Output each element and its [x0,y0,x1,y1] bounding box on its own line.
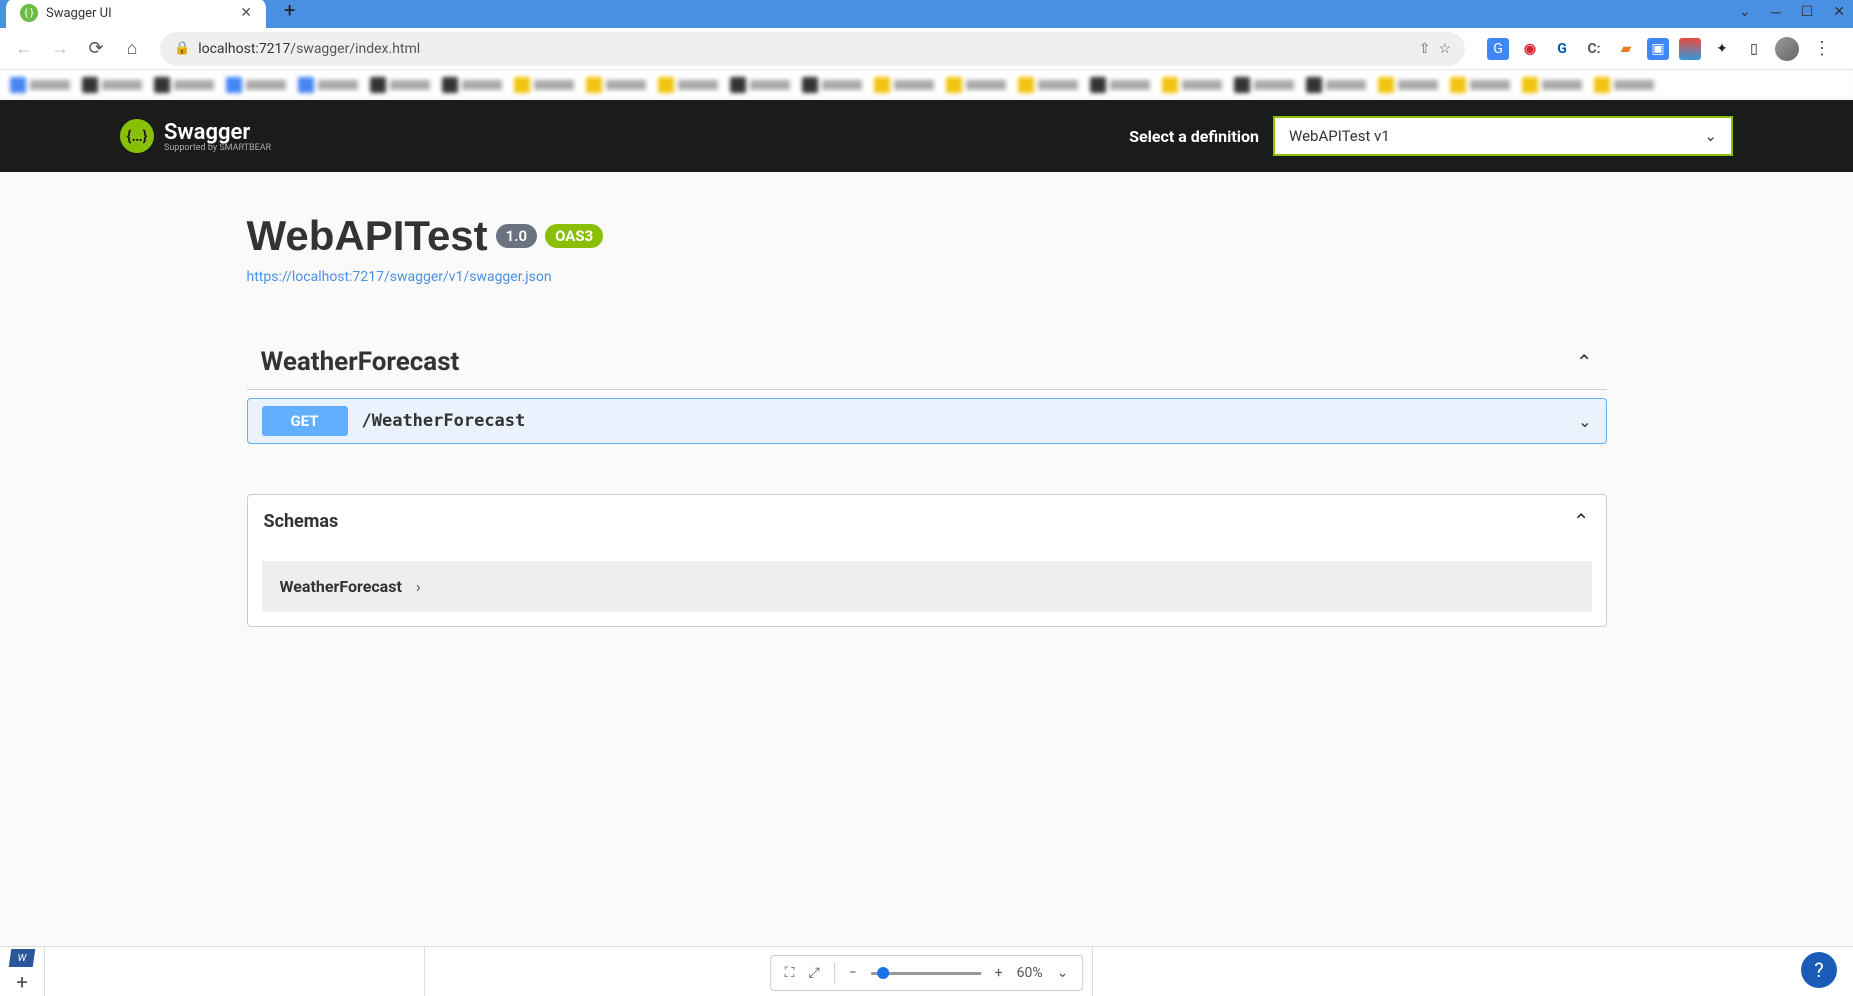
api-header: WebAPITest 1.0 OAS3 [247,212,1607,260]
outer-app-left: W + [0,947,45,996]
url-host: localhost:7217 [198,41,290,57]
oas-badge: OAS3 [545,224,603,248]
back-button[interactable]: ← [10,35,38,63]
schemas-header[interactable]: Schemas ⌃ [248,495,1606,547]
ext-icon[interactable] [1679,38,1701,60]
home-button[interactable]: ⌂ [118,35,146,63]
lock-icon: 🔒 [174,41,190,56]
browser-tab[interactable]: { } Swagger UI ✕ [6,0,266,28]
chevron-up-icon: ⌃ [1576,350,1593,374]
browser-menu[interactable]: ⋮ [1809,38,1835,59]
schemas-title: Schemas [264,511,339,532]
definition-value: WebAPITest v1 [1289,127,1390,145]
schemas-section: Schemas ⌃ WeatherForecast › [247,494,1607,627]
forward-button[interactable]: → [46,35,74,63]
user-avatar[interactable] [1775,37,1799,61]
zoom-out-button[interactable]: − [849,965,857,981]
ext-icon[interactable]: ▰ [1615,38,1637,60]
chevron-down-icon[interactable]: ⌄ [1739,4,1751,21]
swagger-logo-subtext: Supported by SMARTBEAR [164,143,271,153]
chevron-down-icon[interactable]: ⌄ [1057,965,1069,981]
panel-icon[interactable]: ▯ [1743,38,1765,60]
ext-icon[interactable]: G [1487,38,1509,60]
reload-button[interactable]: ⟳ [82,35,110,63]
api-version-badge: 1.0 [496,224,537,248]
navigation-bar: ← → ⟳ ⌂ 🔒 localhost:7217/swagger/index.h… [0,28,1853,70]
swagger-json-link[interactable]: https://localhost:7217/swagger/v1/swagge… [247,269,552,285]
minimize-icon[interactable]: ─ [1771,4,1781,21]
method-badge: GET [262,406,348,436]
page-content: {…} Swagger Supported by SMARTBEAR Selec… [0,100,1853,946]
window-controls: ⌄ ─ ☐ ✕ [1739,4,1845,21]
word-icon[interactable]: W [9,949,36,967]
extension-icons: G ◉ G C: ▰ ▣ ✦ ▯ ⋮ [1479,37,1843,61]
swagger-favicon-icon: { } [20,4,38,22]
definition-label: Select a definition [1129,127,1259,146]
browser-tab-strip: { } Swagger UI ✕ + ⌄ ─ ☐ ✕ [0,0,1853,28]
outer-app-bar: W + ⛶ ⤢ − + 60% ⌄ ? [0,946,1853,996]
tag-section: WeatherForecast ⌃ GET /WeatherForecast ⌄ [247,335,1607,444]
close-window-icon[interactable]: ✕ [1833,4,1845,21]
extensions-icon[interactable]: ✦ [1711,38,1733,60]
tab-title: Swagger UI [46,6,232,21]
schema-name: WeatherForecast [280,577,402,596]
chevron-up-icon: ⌃ [1573,509,1590,533]
address-bar[interactable]: 🔒 localhost:7217/swagger/index.html ⇧ ☆ [160,32,1465,66]
api-title: WebAPITest [247,212,488,260]
swagger-logo[interactable]: {…} Swagger Supported by SMARTBEAR [120,119,271,153]
url-text: localhost:7217/swagger/index.html [198,41,1411,57]
fit-page-icon[interactable]: ⤢ [808,965,819,981]
zoom-control: ⛶ ⤢ − + 60% ⌄ [770,955,1084,991]
share-icon[interactable]: ⇧ [1419,41,1431,57]
zoom-slider[interactable] [871,972,981,975]
new-tab-button[interactable]: + [272,0,307,26]
bookmarks-bar[interactable] [0,70,1853,100]
ext-icon[interactable]: G [1551,38,1573,60]
maximize-icon[interactable]: ☐ [1801,4,1814,21]
swagger-logo-icon: {…} [120,119,154,153]
operation-row[interactable]: GET /WeatherForecast ⌄ [247,398,1607,444]
schema-model[interactable]: WeatherForecast › [262,561,1592,612]
definition-dropdown[interactable]: WebAPITest v1 ⌄ [1273,116,1733,156]
chevron-right-icon: › [416,577,421,596]
ext-icon[interactable]: ◉ [1519,38,1541,60]
swagger-main: WebAPITest 1.0 OAS3 https://localhost:72… [127,172,1727,667]
zoom-percent: 60% [1017,965,1043,981]
operation-path: /WeatherForecast [362,411,1579,431]
chevron-down-icon: ⌄ [1704,127,1717,145]
tag-name: WeatherForecast [261,347,460,377]
star-icon[interactable]: ☆ [1438,41,1451,57]
url-path: /swagger/index.html [290,41,420,57]
swagger-logo-text: Swagger [164,120,271,145]
close-tab-icon[interactable]: ✕ [240,5,252,21]
definition-selector: Select a definition WebAPITest v1 ⌄ [1129,116,1733,156]
ext-icon[interactable]: ▣ [1647,38,1669,60]
tag-header[interactable]: WeatherForecast ⌃ [247,335,1607,390]
zoom-in-button[interactable]: + [995,965,1003,981]
help-button[interactable]: ? [1801,952,1837,988]
chevron-down-icon: ⌄ [1578,412,1591,431]
ext-icon[interactable]: C: [1583,38,1605,60]
fit-width-icon[interactable]: ⛶ [785,965,795,981]
swagger-topbar: {…} Swagger Supported by SMARTBEAR Selec… [0,100,1853,172]
add-button[interactable]: + [16,970,27,994]
